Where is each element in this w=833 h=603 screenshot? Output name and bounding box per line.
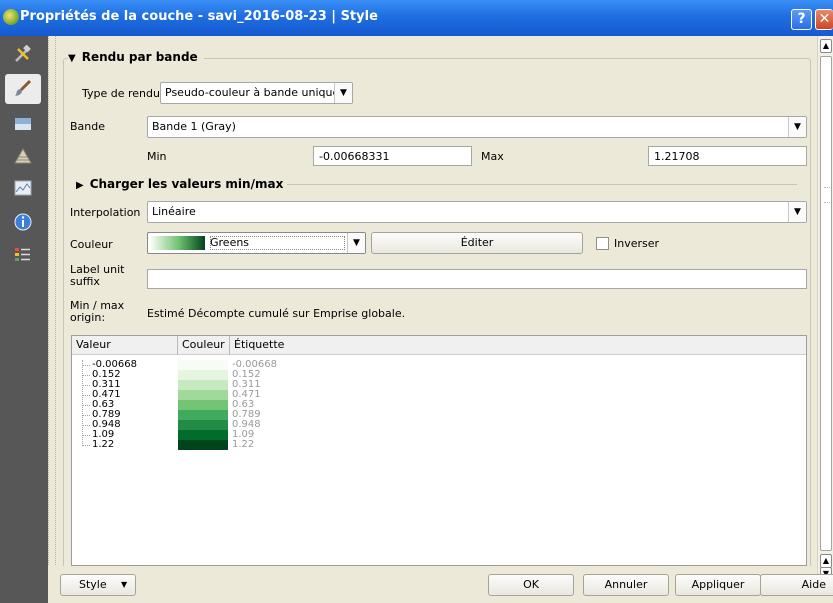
apply-button[interactable]: Appliquer [675,574,761,596]
column-header-value[interactable]: Valeur [72,336,178,355]
row-color-swatch[interactable] [178,440,228,450]
render-type-label: Type de rendu [82,87,160,100]
table-row[interactable]: 0.311 0.311 [72,379,806,390]
chevron-down-icon: ▼ [334,83,352,103]
chevron-down-icon: ▼ [347,233,365,253]
color-ramp-preview [151,236,205,250]
table-row[interactable]: 0.63 0.63 [72,399,806,410]
row-color-swatch[interactable] [178,370,228,380]
row-color-swatch[interactable] [178,400,228,410]
table-header: Valeur Couleur Étiquette [72,336,806,355]
interpolation-select[interactable]: Linéaire ▼ [147,201,807,223]
pyramids-icon [14,147,32,164]
row-color-swatch[interactable] [178,420,228,430]
color-label: Couleur [70,238,113,251]
chevron-down-icon: ▼ [788,117,806,137]
minmax-origin-value: Estimé Décompte cumulé sur Emprise globa… [147,307,406,320]
row-color-swatch[interactable] [178,390,228,400]
band-select[interactable]: Bande 1 (Gray) ▼ [147,116,807,138]
min-input[interactable]: -0.00668331 [313,146,472,166]
histogram-icon [14,180,32,196]
legend-icon [15,248,30,261]
scrollbar-thumb[interactable] [820,56,832,551]
scroll-up-icon[interactable]: ▲ [820,39,832,53]
expand-arrow-icon: ▶ [76,180,84,191]
interpolation-label: Interpolation [70,206,141,219]
style-panel: ▼ Rendu par bande Type de rendu Pseudo-co… [56,36,817,566]
window-title: Propriétés de la couche - savi_2016-08-2… [20,9,378,24]
table-row[interactable]: 1.22 1.22 [72,439,806,451]
table-row[interactable]: 0.948 0.948 [72,419,806,430]
help-title-button[interactable]: ? [791,9,812,30]
band-label: Bande [70,120,106,133]
transparency-icon [15,118,31,130]
chevron-down-icon: ▼ [121,580,128,589]
table-row[interactable]: 0.471 0.471 [72,389,806,400]
sidebar-item-legend[interactable] [5,242,41,272]
label-unit-suffix-input[interactable] [147,269,807,289]
window-titlebar[interactable]: Propriétés de la couche - savi_2016-08-2… [0,0,833,36]
info-icon [14,213,32,231]
table-row[interactable]: -0.00668 -0.00668 [72,359,806,370]
render-group-header[interactable]: ▼ Rendu par bande [68,50,204,64]
color-map-table[interactable]: Valeur Couleur Étiquette -0.00668 -0.0066… [71,335,807,566]
help-button[interactable]: Aide [760,574,833,596]
min-label: Min [147,150,167,163]
sidebar-item-pyramids[interactable] [5,142,41,172]
minmax-origin-label: Min / max origin: [70,299,125,324]
properties-sidebar [0,36,48,603]
ok-button[interactable]: OK [488,574,574,596]
chevron-down-icon: ▼ [788,202,806,222]
table-row[interactable]: 0.152 0.152 [72,369,806,380]
column-header-color[interactable]: Couleur [178,336,230,355]
invert-label: Inverser [614,237,660,250]
scroll-up-icon[interactable]: ▲ [820,554,832,568]
cancel-button[interactable]: Annuler [583,574,669,596]
max-input[interactable]: 1.21708 [648,146,807,166]
invert-checkbox[interactable] [596,237,609,250]
sidebar-item-general[interactable] [5,40,41,70]
label-unit-suffix-label: Label unit suffix [70,263,125,288]
close-title-button[interactable]: ✕ [815,9,833,30]
row-color-swatch[interactable] [178,380,228,390]
style-menu-button[interactable]: Style ▼ [60,574,136,596]
column-header-label[interactable]: Étiquette [230,336,806,355]
tools-icon [15,45,31,62]
paintbrush-icon [15,79,32,96]
minmax-separator [275,184,797,185]
dialog-button-bar: Style ▼ OK Annuler Appliquer Aide [48,566,833,603]
collapse-arrow-icon: ▼ [68,53,76,64]
table-row[interactable]: 1.09 1.09 [72,429,806,440]
load-minmax-header[interactable]: ▶ Charger les valeurs min/max [76,177,288,191]
row-color-swatch[interactable] [178,410,228,420]
row-color-swatch[interactable] [178,360,228,370]
row-color-swatch[interactable] [178,430,228,440]
sidebar-item-transparency[interactable] [5,110,41,140]
sidebar-item-style[interactable] [5,74,41,104]
qgis-logo-icon [3,9,19,25]
sidebar-splitter[interactable] [48,36,56,603]
render-type-select[interactable]: Pseudo-couleur à bande unique ▼ [160,82,353,104]
row-label[interactable]: 1.22 [232,439,254,451]
sidebar-item-metadata[interactable] [5,208,41,238]
vertical-scrollbar[interactable]: ▲ ▲ ▼ [817,36,833,581]
color-ramp-select[interactable]: Greens ▼ [147,232,366,254]
table-row[interactable]: 0.789 0.789 [72,409,806,420]
edit-ramp-button[interactable]: Éditer [371,232,583,254]
row-value[interactable]: 1.22 [92,439,114,451]
sidebar-item-histogram[interactable] [5,174,41,204]
max-label: Max [481,150,504,163]
